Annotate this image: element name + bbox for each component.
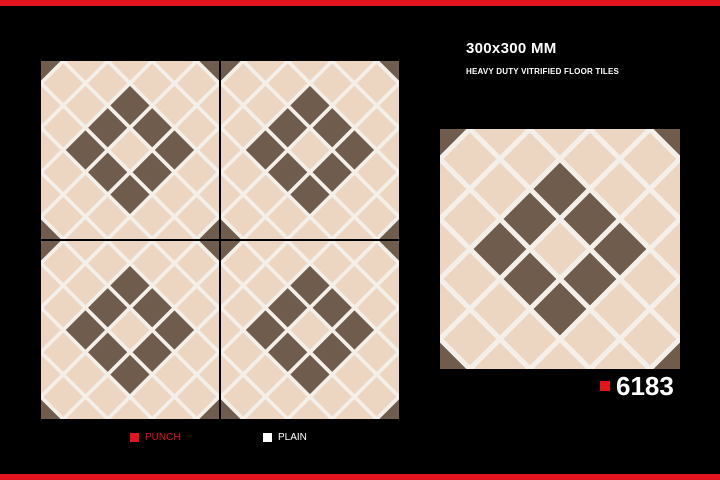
plain-swatch bbox=[263, 433, 272, 442]
code-marker-square bbox=[600, 381, 610, 391]
product-code-block: 6183 bbox=[600, 371, 674, 401]
tile-layout-preview bbox=[41, 61, 399, 419]
punch-swatch bbox=[130, 433, 139, 442]
product-code: 6183 bbox=[616, 371, 674, 401]
tile-preview bbox=[41, 241, 219, 419]
legend-punch: PUNCH bbox=[130, 432, 181, 443]
tile-preview bbox=[221, 61, 399, 239]
single-tile-image bbox=[440, 129, 680, 369]
tile-size-title: 300x300 MM bbox=[466, 40, 557, 57]
top-red-bar bbox=[0, 0, 720, 6]
plain-label: PLAIN bbox=[278, 432, 307, 443]
punch-label: PUNCH bbox=[145, 432, 181, 443]
tile-preview bbox=[221, 241, 399, 419]
legend-plain: PLAIN bbox=[263, 432, 307, 443]
tile-preview bbox=[41, 61, 219, 239]
bottom-red-bar bbox=[0, 474, 720, 480]
tile-description: HEAVY DUTY VITRIFIED FLOOR TILES bbox=[466, 67, 620, 76]
